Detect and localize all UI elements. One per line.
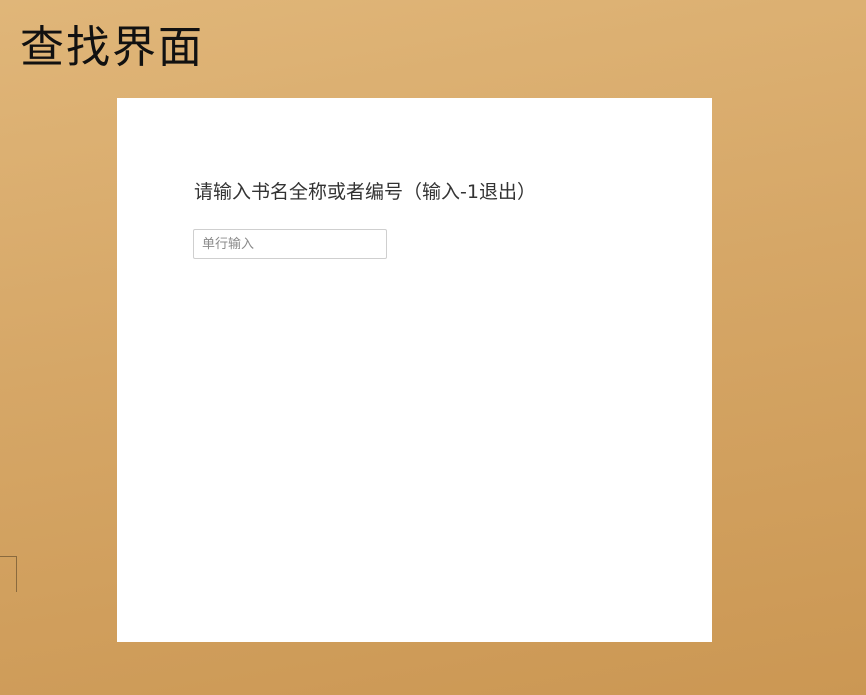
slide-title: 查找界面 (20, 22, 204, 73)
search-form-panel: 请输入书名全称或者编号（输入-1退出） (117, 98, 712, 642)
search-prompt-label: 请输入书名全称或者编号（输入-1退出） (194, 181, 536, 203)
search-input[interactable] (193, 229, 387, 259)
edge-corner-mark (0, 556, 17, 592)
